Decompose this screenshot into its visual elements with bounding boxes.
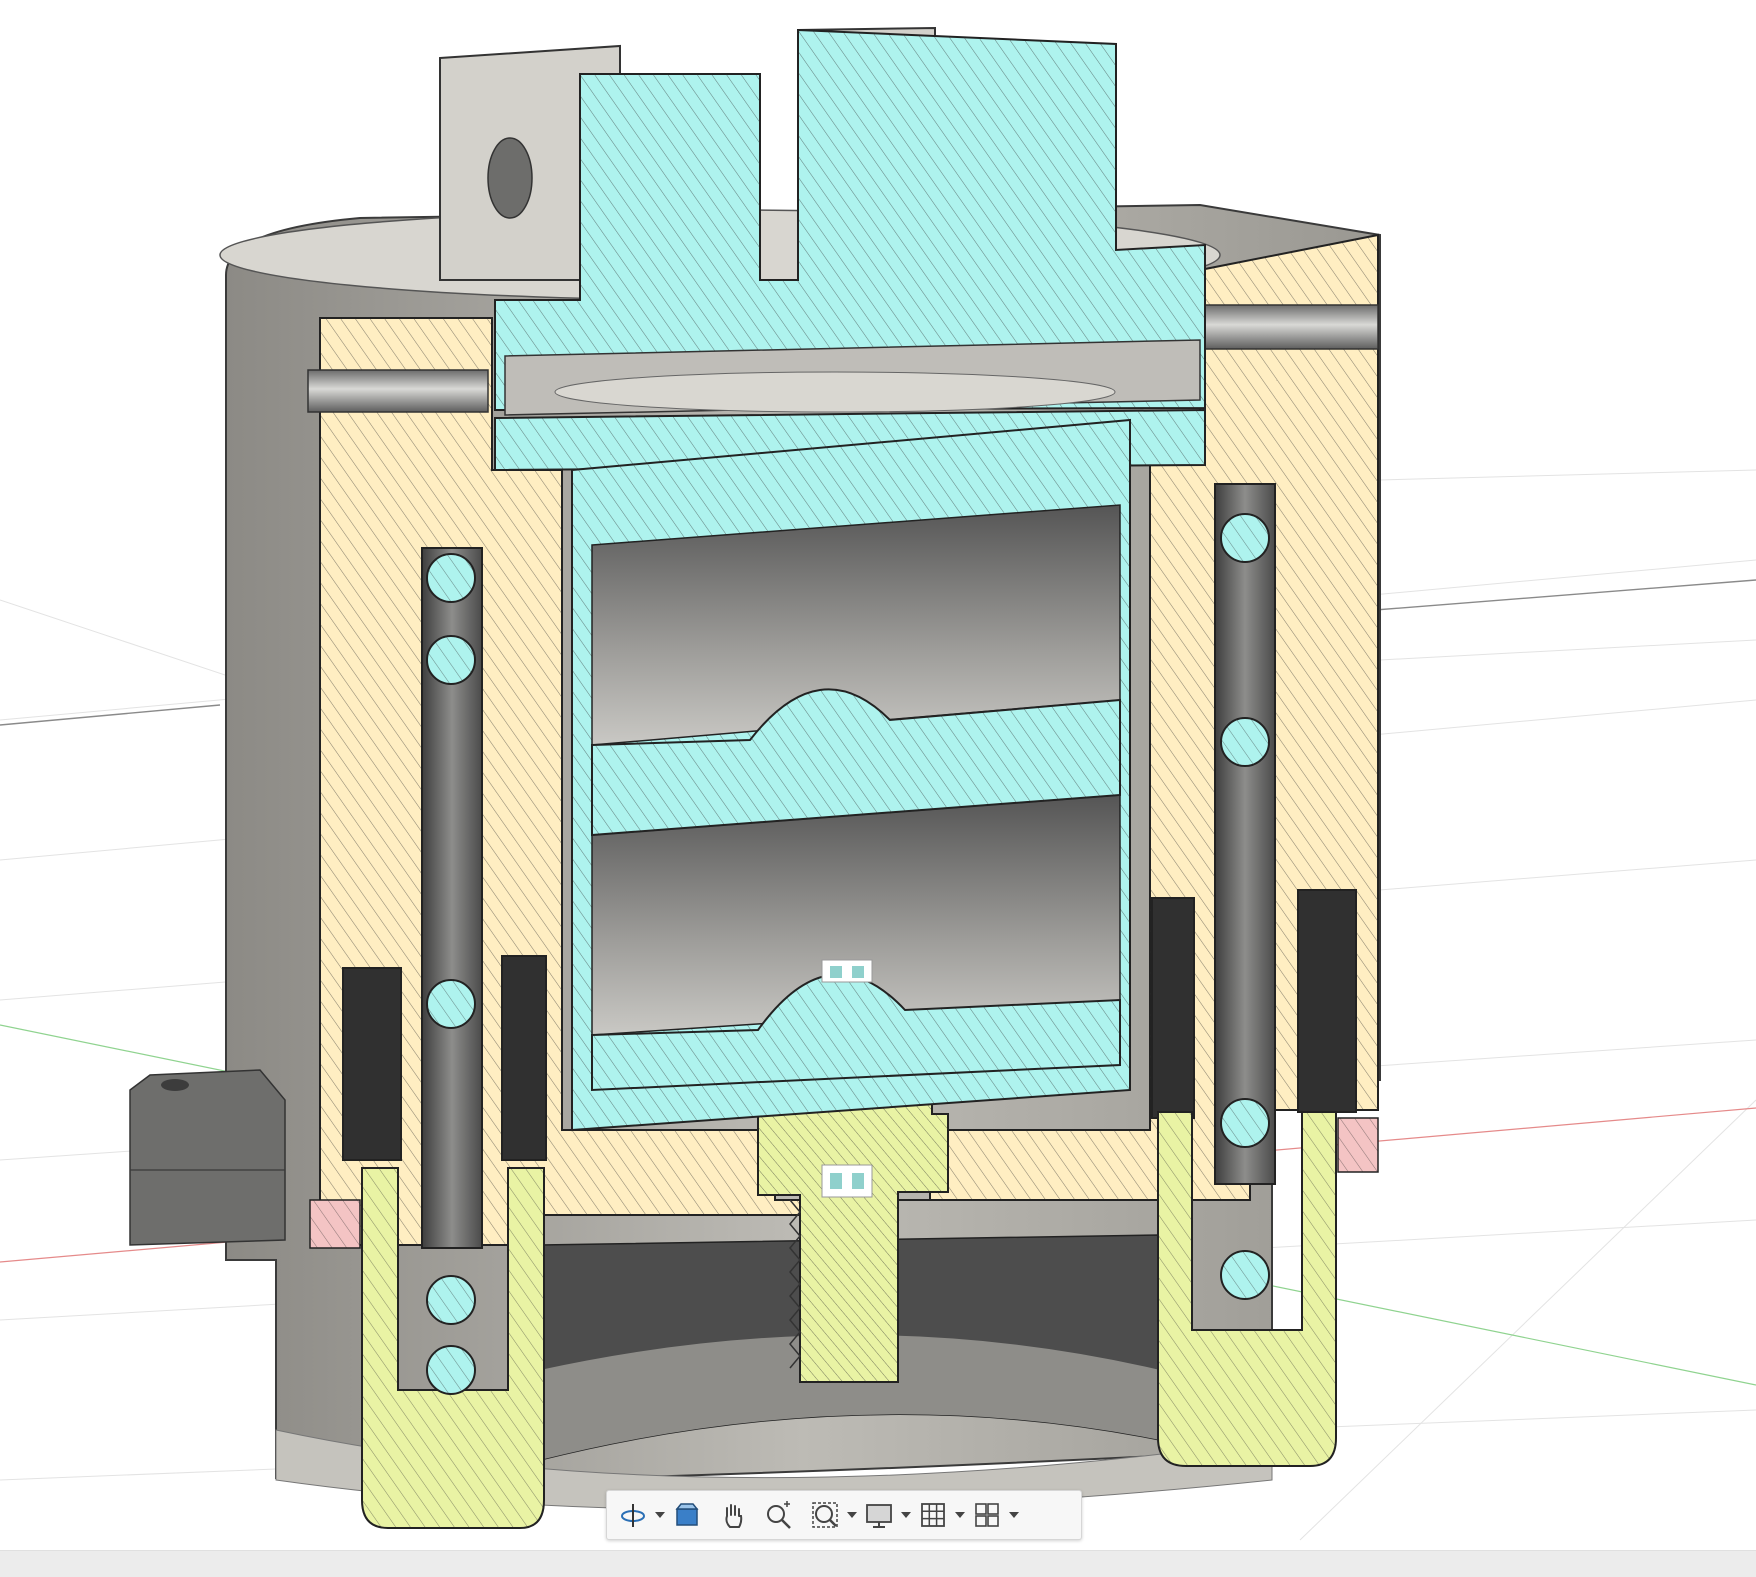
- chevron-down-icon: [901, 1512, 911, 1518]
- canvas-viewport[interactable]: [0, 0, 1756, 1550]
- orbit-menu-caret[interactable]: [653, 1495, 667, 1535]
- display-settings-button[interactable]: [859, 1495, 899, 1535]
- display-settings-menu-caret[interactable]: [899, 1495, 913, 1535]
- viewports-button[interactable]: [967, 1495, 1007, 1535]
- horizon-line-left: [0, 704, 221, 726]
- viewports-menu-caret[interactable]: [1007, 1495, 1021, 1535]
- chevron-down-icon: [1009, 1512, 1019, 1518]
- chevron-down-icon: [955, 1512, 965, 1518]
- bottom-panel-strip: [0, 1550, 1756, 1577]
- pan-hand-icon: [725, 1504, 743, 1528]
- mounting-tab: [129, 1069, 286, 1246]
- grid-menu-caret[interactable]: [953, 1495, 967, 1535]
- pan-button[interactable]: [713, 1495, 753, 1535]
- chevron-down-icon: [655, 1512, 665, 1518]
- top-block: [439, 26, 1206, 472]
- model-section-view: [0, 26, 1756, 1541]
- joint-marker[interactable]: [821, 959, 873, 983]
- navigation-toolbar: [606, 1490, 1082, 1540]
- grid-button[interactable]: [913, 1495, 953, 1535]
- fit-window-icon: [812, 1502, 838, 1528]
- orbit-button[interactable]: [613, 1495, 653, 1535]
- grid-icon: [921, 1503, 945, 1527]
- look-at-icon: [675, 1503, 699, 1526]
- viewports-icon: [975, 1503, 999, 1527]
- fit-window-menu-caret[interactable]: [845, 1495, 859, 1535]
- zoom-icon: [767, 1501, 791, 1529]
- zoom-button[interactable]: [759, 1495, 799, 1535]
- display-settings-icon: [866, 1504, 892, 1528]
- orbit-icon: [621, 1504, 645, 1527]
- chevron-down-icon: [847, 1512, 857, 1518]
- fit-window-button[interactable]: [805, 1495, 845, 1535]
- horizon-line: [1374, 579, 1756, 611]
- look-at-button[interactable]: [667, 1495, 707, 1535]
- piston-body: [571, 418, 1131, 1132]
- joint-marker[interactable]: [821, 1164, 873, 1198]
